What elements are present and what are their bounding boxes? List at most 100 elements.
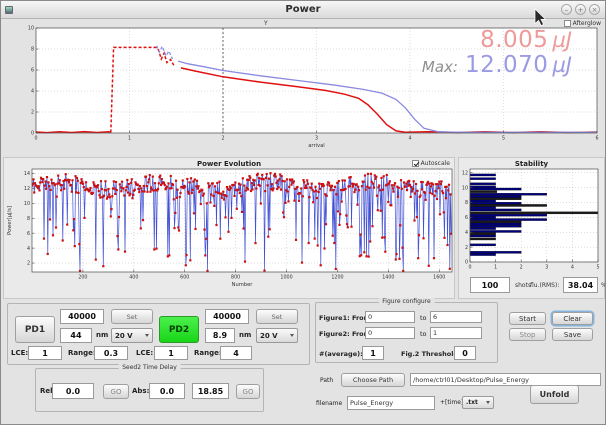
- svg-text:2: 2: [27, 261, 30, 267]
- pd2-set-button[interactable]: Set: [256, 309, 298, 324]
- stop-button[interactable]: Stop: [509, 328, 546, 341]
- pd1-lce-input[interactable]: 1: [28, 346, 62, 360]
- maximize-button[interactable]: +: [575, 4, 586, 15]
- path-label: Path: [320, 377, 333, 384]
- unfold-button[interactable]: Unfold: [530, 385, 579, 404]
- threshold-label: Fig.2 Threshold:: [401, 350, 461, 358]
- afterglow-section: Afterglow Y 01234560246810arrival 8.005 …: [3, 19, 605, 156]
- pd-config-panel: PD1 40000 Set 44 nm 20 V PD2 40000 Set 8…: [7, 303, 310, 365]
- svg-text:3: 3: [545, 265, 548, 271]
- current-energy-readout: 8.005 µJ: [480, 27, 572, 53]
- pd2-range-input[interactable]: 4: [220, 346, 252, 360]
- svg-text:2: 2: [520, 265, 523, 271]
- rel-delay-input[interactable]: 0.0: [52, 383, 94, 399]
- window-controls: – + ×: [561, 4, 600, 15]
- svg-text:1: 1: [128, 136, 131, 142]
- svg-text:4: 4: [571, 265, 574, 271]
- svg-text:8: 8: [465, 200, 468, 206]
- figure2-from-input[interactable]: 0: [365, 327, 415, 339]
- power-evolution-section: Power Evolution Autoscale 20040060080010…: [3, 157, 455, 299]
- svg-text:3: 3: [315, 136, 318, 142]
- start-button[interactable]: Start: [509, 312, 546, 325]
- svg-text:2: 2: [221, 136, 224, 142]
- figure-panel-title: Figure configure: [378, 298, 434, 305]
- svg-text:10: 10: [24, 201, 30, 207]
- figure-configure-panel: Figure configure Figure1: From 0 to 6 Fi…: [315, 302, 498, 363]
- svg-text:8: 8: [31, 47, 34, 53]
- file-extension-select[interactable]: .txt: [462, 396, 494, 409]
- svg-text:6: 6: [27, 231, 30, 237]
- pd1-voltage-select[interactable]: 20 V: [111, 328, 153, 343]
- pd1-range-input[interactable]: 0.3: [94, 346, 128, 360]
- stability-chart: 012345024681012: [459, 158, 604, 276]
- save-button[interactable]: Save: [552, 328, 593, 341]
- shots-input[interactable]: 100: [470, 277, 510, 293]
- svg-text:6: 6: [31, 68, 34, 74]
- file-extension-value: .txt: [466, 399, 478, 406]
- pd1-button[interactable]: PD1: [15, 316, 55, 343]
- svg-text:400: 400: [129, 275, 138, 281]
- svg-text:1400: 1400: [382, 275, 394, 281]
- pd1-gain-input[interactable]: 40000: [60, 309, 104, 324]
- chevron-down-icon: [145, 334, 149, 337]
- clear-button[interactable]: Clear: [552, 312, 593, 325]
- mouse-cursor: [534, 8, 546, 26]
- pd2-voltage-select[interactable]: 20 V: [256, 328, 298, 343]
- figure1-to-input[interactable]: 6: [430, 311, 482, 323]
- filename-label: filename: [316, 400, 342, 407]
- pd1-set-button[interactable]: Set: [111, 309, 153, 324]
- pd1-lce-label: LCE:: [11, 349, 28, 357]
- chevron-down-icon: [290, 334, 294, 337]
- current-energy-unit: µJ: [552, 28, 572, 52]
- svg-text:5: 5: [596, 265, 599, 271]
- current-energy-value: 8.005: [480, 27, 548, 53]
- shots-label: shots: [515, 282, 531, 289]
- pd2-lce-label: LCE:: [136, 349, 153, 357]
- pd2-gain-input[interactable]: 40000: [205, 309, 249, 324]
- choose-path-button[interactable]: Choose Path: [341, 373, 405, 387]
- figure1-from-input[interactable]: 0: [365, 311, 415, 323]
- chevron-down-icon: [486, 401, 490, 404]
- svg-text:6: 6: [595, 136, 598, 142]
- svg-text:10: 10: [462, 185, 468, 191]
- svg-text:4: 4: [31, 89, 34, 95]
- abs-delay-readout: 18.85: [192, 383, 229, 399]
- svg-text:10: 10: [28, 26, 34, 32]
- filename-input[interactable]: Pulse_Energy: [347, 396, 435, 410]
- time-suffix-label: +[time]: [440, 399, 463, 406]
- svg-text:4: 4: [27, 246, 30, 252]
- pd1-nm-label: nm: [96, 331, 108, 339]
- threshold-input[interactable]: 0: [454, 346, 476, 360]
- average-input[interactable]: 1: [362, 346, 384, 360]
- figure2-to-label: to: [420, 330, 427, 338]
- svg-text:Power[µJ/s]: Power[µJ/s]: [7, 206, 13, 235]
- svg-text:12: 12: [462, 170, 468, 176]
- pd2-wavelength-input[interactable]: 8.9: [205, 328, 235, 343]
- svg-text:12: 12: [24, 186, 30, 192]
- seed2-panel-title: Seed2 Time Delay: [118, 364, 181, 371]
- svg-text:14: 14: [24, 171, 30, 177]
- svg-text:200: 200: [78, 275, 87, 281]
- svg-text:0: 0: [468, 265, 471, 271]
- window-title: Power: [1, 4, 605, 15]
- rms-input[interactable]: 38.04: [563, 277, 598, 293]
- abs-delay-input[interactable]: 0.0: [149, 383, 185, 399]
- svg-text:1200: 1200: [331, 275, 343, 281]
- figure1-from-label: Figure1: From: [319, 314, 370, 322]
- power-evolution-chart: 20040060080010001200140016002468101214Nu…: [4, 158, 454, 298]
- close-button[interactable]: ×: [589, 4, 600, 15]
- minimize-button[interactable]: –: [561, 4, 572, 15]
- power-window: Power – + × Afterglow Y 01234560246810ar…: [0, 0, 606, 425]
- max-label: Max:: [422, 58, 458, 76]
- max-energy-readout: Max: 12.070 µJ: [422, 52, 572, 78]
- rel-go-button[interactable]: GO: [103, 384, 129, 399]
- window-titlebar[interactable]: Power – + ×: [1, 1, 605, 19]
- figure2-to-input[interactable]: 1: [430, 327, 482, 339]
- pd1-wavelength-input[interactable]: 44: [60, 328, 92, 343]
- stability-section: Stability 012345024681012 100 shots flu.…: [458, 157, 605, 299]
- pd1-range-label: Range:: [68, 349, 96, 357]
- pd2-button[interactable]: PD2: [159, 316, 199, 343]
- abs-go-button[interactable]: GO: [236, 384, 260, 399]
- pd2-lce-input[interactable]: 1: [154, 346, 188, 360]
- pd2-nm-label: nm: [239, 331, 251, 339]
